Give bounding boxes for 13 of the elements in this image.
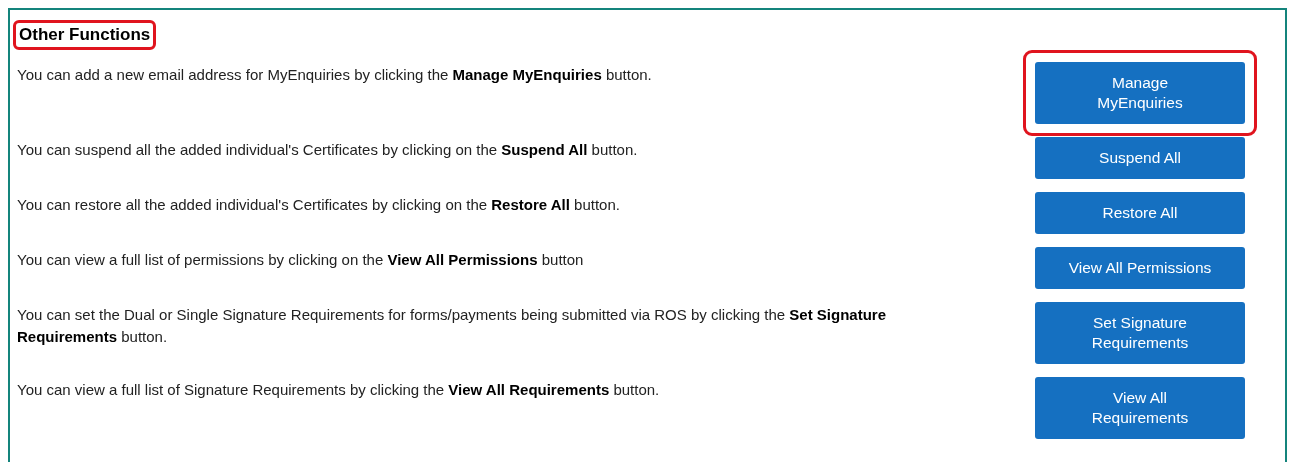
action-button[interactable]: Restore All	[1035, 192, 1245, 234]
function-description: You can add a new email address for MyEnquiries by clicking the Manage MyEnquiries button.	[17, 65, 653, 85]
function-description: You can view a full list of Signature Requirements by clicking the View All Requirements button.	[17, 380, 661, 400]
action-button[interactable]: View All Requirements	[1035, 377, 1245, 439]
function-description: You can restore all the added individual's Certificates by clicking on the Restore All button.	[17, 195, 621, 215]
action-button[interactable]: Manage MyEnquiries	[1035, 62, 1245, 124]
action-button[interactable]: Set Signature Requirements	[1035, 302, 1245, 364]
function-description: You can suspend all the added individual's Certificates by clicking on the Suspend All button.	[17, 140, 639, 160]
action-button[interactable]: Suspend All	[1035, 137, 1245, 179]
function-description: You can view a full list of permissions by clicking on the View All Permissions button	[17, 250, 585, 270]
section-title: Other Functions	[13, 20, 157, 50]
function-description: You can set the Dual or Single Signature Requirements for forms/payments being submitted via ROS by clicking the Set Signature Requirements button.	[17, 305, 888, 347]
action-button[interactable]: View All Permissions	[1035, 247, 1245, 289]
